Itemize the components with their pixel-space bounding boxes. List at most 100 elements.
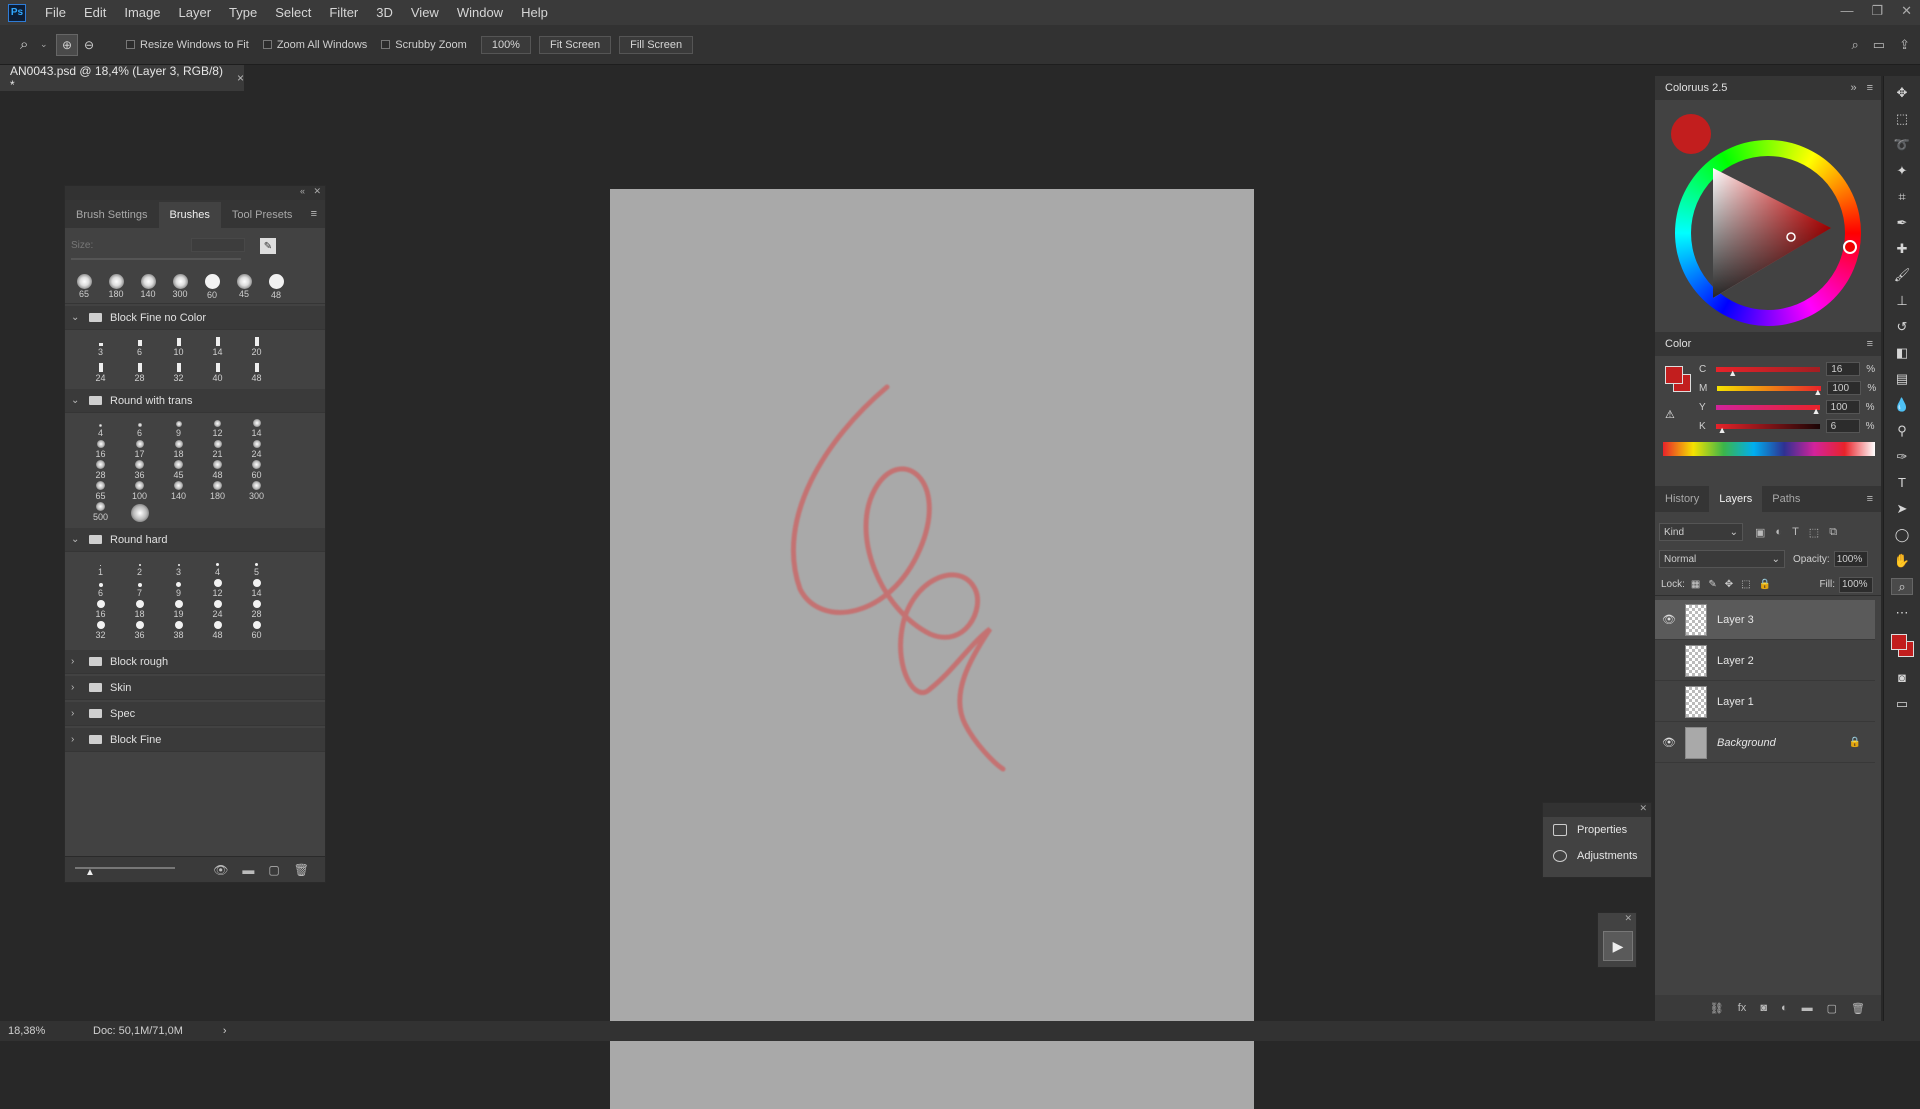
new-group-icon[interactable]: ▬ — [242, 863, 254, 877]
zoom-out-icon[interactable]: ⊖ — [84, 38, 106, 52]
saturation-triangle[interactable] — [1691, 156, 1845, 310]
brush-tip[interactable]: 14 — [198, 334, 237, 357]
more-tools-icon[interactable]: ⋯ — [1891, 604, 1913, 621]
brush-group-block-rough[interactable]: › Block rough — [65, 650, 325, 674]
zoom-tool-icon[interactable]: ⌕ — [1891, 578, 1913, 595]
eye-icon[interactable]: 👁 — [1659, 736, 1679, 749]
brush-group-round-hard[interactable]: ⌄ Round hard — [65, 528, 325, 552]
brush-tip[interactable]: 48 — [198, 459, 237, 480]
brush-tip[interactable]: 19 — [159, 598, 198, 619]
menu-filter[interactable]: Filter — [320, 5, 367, 20]
trash-icon[interactable]: 🗑 — [1851, 1002, 1865, 1015]
eraser-tool-icon[interactable]: ◧ — [1891, 344, 1913, 361]
mask-icon[interactable]: ◙ — [1760, 1002, 1767, 1014]
brush-tip[interactable]: 1 — [81, 556, 120, 577]
resize-windows-checkbox[interactable]: Resize Windows to Fit — [126, 39, 249, 51]
path-select-tool-icon[interactable]: ➤ — [1891, 500, 1913, 517]
menu-select[interactable]: Select — [266, 5, 320, 20]
menu-type[interactable]: Type — [220, 5, 266, 20]
brush-tip[interactable]: 18 — [159, 438, 198, 459]
pixel-filter-icon[interactable]: ▣ — [1755, 526, 1765, 539]
brush-tip[interactable]: 16 — [81, 438, 120, 459]
brush-tool-icon[interactable]: 🖌 — [1891, 266, 1913, 283]
brush-tip[interactable]: 12 — [198, 577, 237, 598]
brush-tip[interactable]: 24 — [198, 598, 237, 619]
brush-tip[interactable]: 24 — [237, 438, 276, 459]
tab-history[interactable]: History — [1655, 486, 1709, 512]
healing-tool-icon[interactable]: ✚ — [1891, 240, 1913, 257]
lock-transparent-icon[interactable]: ▦ — [1691, 579, 1700, 590]
brush-tip[interactable]: 45 — [159, 459, 198, 480]
slider-m[interactable]: M ▲ 100 % — [1699, 381, 1876, 397]
kind-filter[interactable]: Kind ⌄ — [1659, 523, 1743, 541]
brush-tip[interactable]: 4 — [198, 556, 237, 577]
recent-brush[interactable]: 48 — [263, 274, 289, 303]
brush-tip[interactable]: 18 — [120, 598, 159, 619]
recent-brush[interactable]: 140 — [135, 274, 161, 303]
panel-grip[interactable]: « ✕ — [65, 186, 325, 200]
brush-tip[interactable]: 60 — [237, 459, 276, 480]
brush-tip[interactable]: 65 — [81, 480, 120, 501]
brush-tip[interactable]: 28 — [237, 598, 276, 619]
zoom-tool-icon[interactable]: ⌕ — [20, 36, 40, 53]
brush-tip[interactable]: 4 — [81, 417, 120, 438]
foreground-swatch[interactable] — [1665, 366, 1683, 384]
foreground-color-swatch[interactable] — [1891, 634, 1907, 650]
fx-icon[interactable]: fx — [1738, 1002, 1747, 1014]
workspace-icon[interactable]: ▭ — [1873, 37, 1885, 53]
minimize-icon[interactable]: — — [1840, 3, 1853, 19]
hue-handle[interactable] — [1843, 240, 1857, 254]
lasso-tool-icon[interactable]: ➰ — [1891, 136, 1913, 153]
slider-handle-icon[interactable]: ▲ — [85, 867, 95, 878]
brush-tip[interactable]: 180 — [198, 480, 237, 501]
menu-help[interactable]: Help — [512, 5, 557, 20]
size-slider[interactable] — [71, 258, 241, 260]
tab-brushes[interactable]: Brushes — [158, 202, 221, 228]
coloruus-wheel[interactable] — [1655, 100, 1881, 332]
menu-3d[interactable]: 3D — [367, 5, 402, 20]
new-group-icon[interactable]: ▬ — [1802, 1002, 1813, 1014]
history-brush-tool-icon[interactable]: ↺ — [1891, 318, 1913, 335]
search-icon[interactable]: ⌕ — [1852, 37, 1859, 53]
blend-mode-select[interactable]: Normal ⌄ — [1659, 550, 1785, 568]
menu-window[interactable]: Window — [448, 5, 512, 20]
zoom-in-icon[interactable]: ⊕ — [56, 33, 78, 56]
menu-edit[interactable]: Edit — [75, 5, 115, 20]
brush-tip[interactable]: 3 — [81, 334, 120, 357]
status-arrow-icon[interactable]: › — [223, 1025, 227, 1037]
layer-row[interactable]: Layer 2 — [1655, 641, 1875, 681]
collapse-icon[interactable]: « — [300, 186, 305, 196]
brush-tip[interactable]: 6 — [120, 417, 159, 438]
slider-y[interactable]: Y ▲ 100 % — [1699, 400, 1875, 416]
brush-tip[interactable]: 300 — [237, 480, 276, 501]
expand-icon[interactable]: » — [1850, 82, 1856, 94]
chevron-down-icon[interactable]: ⌄ — [40, 39, 56, 50]
type-tool-icon[interactable]: T — [1891, 474, 1913, 491]
fit-screen-button[interactable]: Fit Screen — [538, 35, 612, 54]
toggle-preview-icon[interactable]: 👁 — [213, 863, 228, 877]
quick-mask-icon[interactable]: ◙ — [1891, 669, 1913, 686]
trash-icon[interactable]: 🗑 — [294, 863, 309, 877]
slider-k[interactable]: K ▲ 6 % — [1699, 419, 1875, 435]
brush-group-skin[interactable]: › Skin — [65, 676, 325, 700]
brush-tip[interactable]: 24 — [81, 360, 120, 383]
layer-row[interactable]: Layer 1 — [1655, 682, 1875, 722]
color-ramp[interactable] — [1663, 442, 1875, 456]
brush-tip[interactable]: 32 — [81, 619, 120, 640]
m-track[interactable]: ▲ — [1717, 385, 1822, 397]
brush-tip[interactable]: 5 — [237, 556, 276, 577]
m-value[interactable]: 100 — [1827, 381, 1862, 395]
new-layer-icon[interactable]: ▢ — [1827, 1002, 1837, 1015]
smart-filter-icon[interactable]: ⧉ — [1829, 526, 1837, 539]
primary-color-swatch[interactable] — [1671, 114, 1711, 154]
new-brush-icon[interactable]: ▢ — [268, 863, 279, 877]
brush-group-block-fine-no-color[interactable]: ⌄ Block Fine no Color — [65, 306, 325, 330]
recent-brush[interactable]: 300 — [167, 274, 193, 303]
fill-field[interactable]: 100% — [1839, 576, 1873, 593]
size-field[interactable] — [191, 238, 245, 252]
tab-layers[interactable]: Layers — [1709, 486, 1763, 512]
brush-tip[interactable]: 60 — [237, 619, 276, 640]
slider-c[interactable]: C ▲ 16 % — [1699, 362, 1875, 378]
close-panel-icon[interactable]: ✕ — [1624, 913, 1632, 924]
brush-tip[interactable]: 6 — [120, 334, 159, 357]
